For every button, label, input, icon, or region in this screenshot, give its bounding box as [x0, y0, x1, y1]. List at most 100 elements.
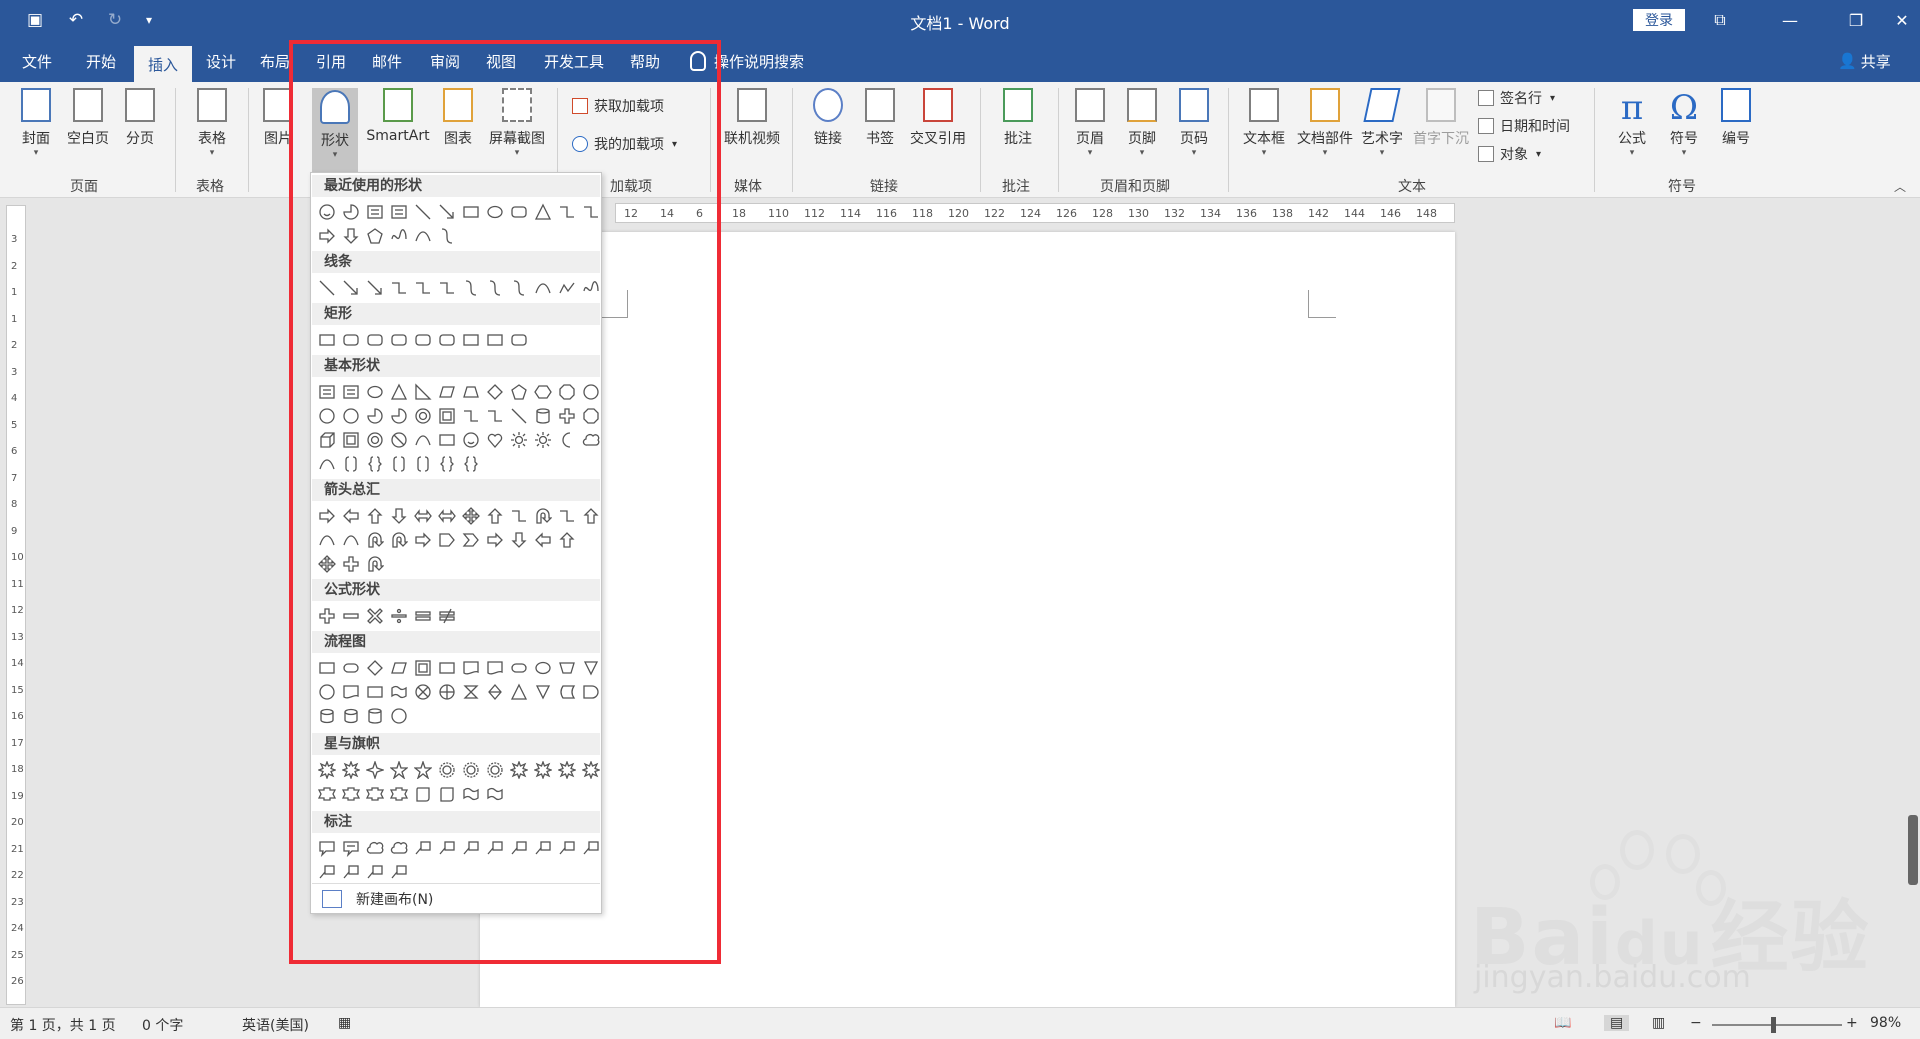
- page-count[interactable]: 第 1 页，共 1 页: [10, 1015, 116, 1035]
- blank-page-button[interactable]: 空白页: [64, 88, 112, 148]
- ruler-tick: 3: [11, 366, 18, 378]
- ruler-tick: 110: [768, 207, 789, 220]
- ruler-tick: 4: [11, 393, 18, 404]
- page-number-icon: [1179, 88, 1209, 122]
- ruler-tick: 3: [11, 234, 18, 245]
- tab-home[interactable]: 开始: [72, 40, 130, 82]
- ruler-tick: 144: [1344, 207, 1365, 220]
- ruler-tick: 12: [11, 605, 24, 616]
- word-count[interactable]: 0 个字: [142, 1015, 183, 1035]
- date-time-button[interactable]: 日期和时间: [1478, 116, 1570, 136]
- ruler-tick: 14: [11, 658, 24, 669]
- ruler-tick: 138: [1272, 207, 1293, 220]
- signature-line-button[interactable]: 签名行 ▾: [1478, 88, 1555, 108]
- login-button[interactable]: 登录: [1633, 9, 1685, 31]
- ruler-tick: 19: [11, 790, 24, 802]
- baidu-watermark: Baidu经验 jingyan.baidu.com: [1470, 830, 1910, 1000]
- ruler-tick: 15: [11, 684, 24, 696]
- calendar-icon: [1478, 118, 1494, 134]
- minimize-icon[interactable]: —: [1760, 0, 1820, 40]
- link-button[interactable]: 链接: [810, 88, 846, 148]
- page-break-icon: [125, 88, 155, 122]
- table-icon: [197, 88, 227, 122]
- ruler-tick: 7: [11, 472, 18, 484]
- read-mode-icon[interactable]: 📖: [1554, 1015, 1571, 1031]
- language-status[interactable]: 英语(美国): [242, 1015, 309, 1035]
- share-label: 共享: [1860, 52, 1891, 71]
- page-number-button[interactable]: 页码 ▾: [1176, 88, 1212, 158]
- tab-insert[interactable]: 插入: [134, 46, 193, 82]
- ribbon-display-icon[interactable]: ⧉: [1690, 0, 1750, 40]
- zoom-out-icon[interactable]: −: [1690, 1015, 1702, 1031]
- ruler-tick: 11: [11, 578, 24, 590]
- textbox-icon: [1249, 88, 1279, 122]
- drop-cap-button[interactable]: 首字下沉: [1410, 88, 1472, 148]
- tab-file[interactable]: 文件: [8, 40, 66, 82]
- header-button[interactable]: 页眉 ▾: [1072, 88, 1108, 158]
- zoom-slider-thumb[interactable]: [1771, 1017, 1776, 1033]
- equation-button[interactable]: π 公式 ▾: [1612, 88, 1652, 158]
- ruler-tick: 13: [11, 631, 24, 643]
- collapse-ribbon-icon[interactable]: ︿: [1894, 178, 1906, 195]
- ruler-tick: 126: [1056, 207, 1077, 220]
- cross-reference-button[interactable]: 交叉引用: [906, 88, 970, 148]
- cover-page-button[interactable]: 封面 ▾: [18, 88, 54, 158]
- ruler-tick: 130: [1128, 207, 1149, 220]
- online-video-button[interactable]: 联机视频: [722, 88, 782, 148]
- group-label-pages: 页面: [70, 179, 98, 195]
- object-icon: [1478, 146, 1494, 162]
- cover-page-icon: [21, 88, 51, 122]
- signature-icon: [1478, 90, 1494, 106]
- object-button[interactable]: 对象 ▾: [1478, 144, 1541, 164]
- textbox-button[interactable]: 文本框 ▾: [1240, 88, 1288, 158]
- ruler-tick: 26: [11, 976, 24, 987]
- blank-page-icon: [73, 88, 103, 122]
- ruler-tick: 134: [1200, 207, 1221, 220]
- quick-parts-button[interactable]: 文档部件 ▾: [1294, 88, 1356, 158]
- zoom-in-icon[interactable]: +: [1846, 1015, 1858, 1031]
- restore-icon[interactable]: ❐: [1826, 0, 1886, 40]
- ruler-tick: 2: [11, 340, 18, 351]
- ruler-tick: 132: [1164, 207, 1185, 220]
- tell-me-label: 操作说明搜索: [714, 52, 805, 71]
- ruler-tick: 146: [1380, 207, 1401, 220]
- ruler-tick: 16: [11, 711, 24, 722]
- page-break-button[interactable]: 分页: [122, 88, 158, 148]
- web-layout-icon[interactable]: ▥: [1652, 1015, 1665, 1031]
- ruler-tick: 1: [11, 313, 18, 325]
- ruler-tick: 17: [11, 737, 24, 749]
- print-layout-icon[interactable]: ▤: [1604, 1015, 1630, 1031]
- group-label-comments: 批注: [1002, 179, 1030, 195]
- share-button[interactable]: 👤 共享: [1838, 40, 1891, 82]
- status-bar: 第 1 页，共 1 页 0 个字 英语(美国) ▦ 📖 ▤ ▥ − + 98%: [0, 1007, 1920, 1039]
- ruler-tick: 1: [11, 287, 18, 298]
- ruler-tick: 25: [11, 949, 24, 961]
- ruler-tick: 124: [1020, 207, 1041, 220]
- footer-button[interactable]: 页脚 ▾: [1124, 88, 1160, 158]
- ruler-tick: 120: [948, 207, 969, 220]
- bookmark-button[interactable]: 书签: [862, 88, 898, 148]
- ruler-tick: 142: [1308, 207, 1329, 220]
- vertical-scrollbar[interactable]: [1908, 815, 1918, 885]
- zoom-slider[interactable]: [1712, 1024, 1842, 1026]
- omega-icon: Ω: [1669, 88, 1699, 128]
- ruler-tick: 128: [1092, 207, 1113, 220]
- drop-cap-icon: [1426, 88, 1456, 122]
- ruler-tick: 148: [1416, 207, 1437, 220]
- horizontal-ruler[interactable]: 12 14 6 18 110 112 114 116 118 120 122 124 126 128 130…: [615, 203, 1455, 223]
- ruler-tick: 21: [11, 843, 24, 855]
- number-button[interactable]: 编号: [1716, 88, 1756, 148]
- ruler-tick: 10: [11, 552, 24, 563]
- ribbon: 封面 ▾ 空白页 分页 页面 表格 ▾ 表格 图片 形状 ▾ SmartArt …: [0, 82, 1920, 198]
- comment-button[interactable]: 批注: [1000, 88, 1036, 148]
- ruler-tick: 114: [840, 207, 861, 220]
- tab-design[interactable]: 设计: [192, 40, 250, 82]
- zoom-level[interactable]: 98%: [1870, 1015, 1901, 1031]
- close-icon[interactable]: ✕: [1884, 0, 1920, 40]
- macro-record-icon[interactable]: ▦: [338, 1015, 351, 1031]
- vertical-ruler[interactable]: 3 2 1 1 2 3 4 5 6 7 8 9 10 11 12 13 14 15 16 17 18 19 20 21 22 23…: [6, 205, 26, 1005]
- ruler-tick: 6: [11, 446, 18, 457]
- wordart-button[interactable]: 艺术字 ▾: [1358, 88, 1406, 158]
- symbol-button[interactable]: Ω 符号 ▾: [1664, 88, 1704, 158]
- table-button[interactable]: 表格 ▾: [193, 88, 231, 158]
